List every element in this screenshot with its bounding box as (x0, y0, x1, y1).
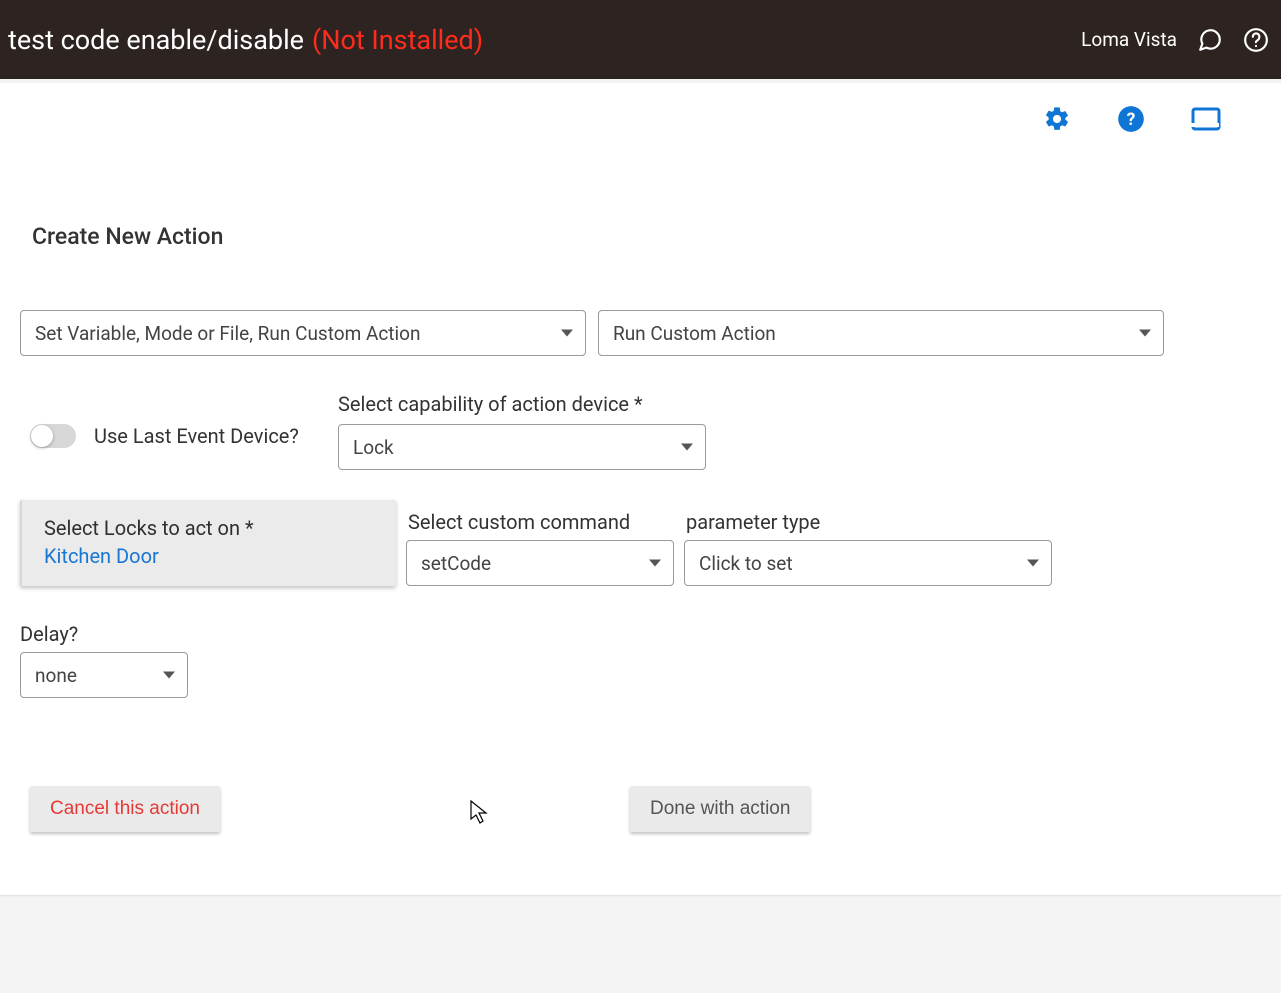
locks-picker[interactable]: Select Locks to act on * Kitchen Door (20, 500, 396, 586)
action-category-select[interactable]: Set Variable, Mode or File, Run Custom A… (20, 310, 586, 356)
help-circle-icon[interactable] (1243, 27, 1269, 53)
use-last-event-label: Use Last Event Device? (94, 422, 299, 451)
custom-command-label: Select custom command (406, 510, 674, 534)
help-filled-icon[interactable]: ? (1117, 105, 1145, 133)
delay-block: Delay? none (20, 622, 1261, 698)
main-content: Create New Action Set Variable, Mode or … (0, 133, 1281, 832)
action-type-row: Set Variable, Mode or File, Run Custom A… (20, 310, 1261, 356)
footer-area (0, 897, 1281, 993)
custom-command-value: setCode (421, 552, 491, 575)
gear-icon[interactable] (1043, 105, 1071, 133)
chevron-down-icon (1139, 330, 1151, 337)
capability-label: Select capability of action device * (338, 392, 706, 416)
chevron-down-icon (561, 330, 573, 337)
use-last-event-block: Use Last Event Device? (30, 392, 310, 451)
cancel-button[interactable]: Cancel this action (30, 786, 220, 832)
custom-command-block: Select custom command setCode (406, 510, 674, 586)
capability-value: Lock (353, 436, 394, 459)
locks-picker-label: Select Locks to act on * (44, 516, 374, 540)
svg-text:?: ? (1127, 110, 1136, 130)
topbar: test code enable/disable (Not Installed)… (0, 0, 1281, 79)
topbar-right: Loma Vista (1081, 27, 1269, 53)
param-type-select[interactable]: Click to set (684, 540, 1052, 586)
chevron-down-icon (1027, 560, 1039, 567)
page-title: Create New Action (20, 223, 1261, 250)
locks-command-row: Select Locks to act on * Kitchen Door Se… (20, 500, 1261, 586)
use-last-event-toggle[interactable] (30, 424, 76, 448)
chevron-down-icon (649, 560, 661, 567)
toggle-knob (31, 425, 53, 447)
delay-select[interactable]: none (20, 652, 188, 698)
delay-value: none (35, 664, 77, 687)
chevron-down-icon (681, 444, 693, 451)
capability-block: Select capability of action device * Loc… (338, 392, 706, 470)
user-label[interactable]: Loma Vista (1081, 28, 1177, 51)
action-type-value: Run Custom Action (613, 322, 776, 345)
chat-icon[interactable] (1197, 27, 1223, 53)
topbar-title-group: test code enable/disable (Not Installed) (8, 24, 483, 56)
action-type-select[interactable]: Run Custom Action (598, 310, 1164, 356)
app-title: test code enable/disable (8, 24, 304, 56)
param-type-label: parameter type (684, 510, 1052, 534)
window-icon[interactable] (1191, 106, 1221, 132)
button-row: Cancel this action Done with action (20, 786, 1261, 832)
param-type-block: parameter type Click to set (684, 510, 1052, 586)
locks-picker-value: Kitchen Door (44, 544, 374, 568)
chevron-down-icon (163, 672, 175, 679)
delay-label: Delay? (20, 622, 1261, 646)
capability-row: Use Last Event Device? Select capability… (20, 392, 1261, 470)
install-status: (Not Installed) (312, 24, 483, 56)
action-category-value: Set Variable, Mode or File, Run Custom A… (35, 322, 420, 345)
done-button[interactable]: Done with action (630, 786, 810, 832)
param-type-value: Click to set (699, 552, 793, 575)
capability-select[interactable]: Lock (338, 424, 706, 470)
toolbar: ? (0, 83, 1281, 133)
custom-command-select[interactable]: setCode (406, 540, 674, 586)
